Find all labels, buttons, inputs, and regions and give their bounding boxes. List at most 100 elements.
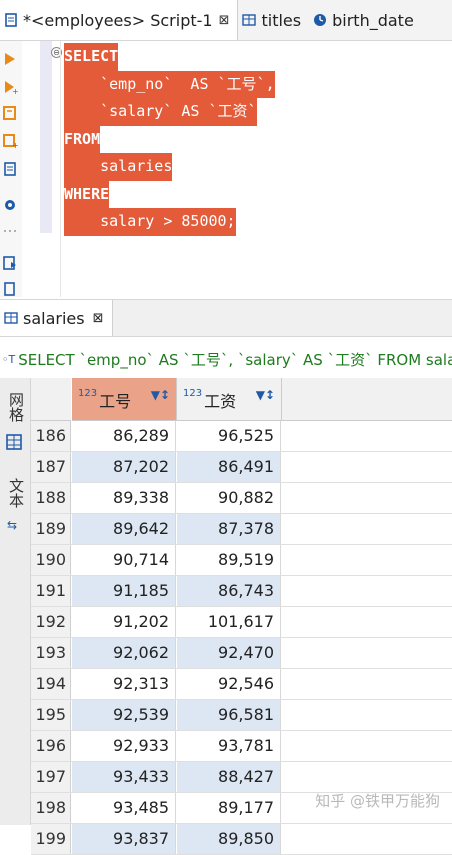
execute-new-tab-icon[interactable]: + — [2, 79, 18, 95]
cell-emp-no[interactable]: 91,185 — [72, 576, 176, 606]
gear-icon[interactable] — [2, 197, 18, 213]
code-line[interactable]: WHERE — [64, 180, 275, 208]
table-row[interactable]: 188 89,338 90,882 — [31, 483, 452, 514]
tab-script-1[interactable]: *<employees> Script-1 ⊠ — [0, 0, 239, 40]
tab-salaries[interactable]: salaries ⊠ — [0, 300, 113, 336]
column-name: 工资 — [204, 392, 237, 411]
table-row[interactable]: 190 90,714 89,519 — [31, 545, 452, 576]
cell-emp-no[interactable]: 91,202 — [72, 607, 176, 637]
row-number: 197 — [31, 762, 71, 792]
cell-salary[interactable]: 87,378 — [177, 514, 281, 544]
type-badge: 123 — [183, 388, 203, 399]
cell-salary[interactable]: 92,546 — [177, 669, 281, 699]
selected-code: salary > 85000; — [64, 208, 236, 236]
cell-emp-no[interactable]: 93,837 — [72, 824, 176, 854]
column-name: 工号 — [99, 392, 132, 411]
cell-emp-no[interactable]: 93,433 — [72, 762, 176, 792]
cell-salary[interactable]: 89,177 — [177, 793, 281, 823]
cell-emp-no[interactable]: 92,062 — [72, 638, 176, 668]
line-gutter — [40, 41, 52, 233]
sql-editor[interactable]: + + ⊖ SELECT `emp_no` AS `工号`, `salary` … — [0, 41, 452, 297]
grid-view-label[interactable]: 网格 — [6, 392, 27, 422]
table-row[interactable]: 187 87,202 86,491 — [31, 452, 452, 483]
cell-salary[interactable]: 93,781 — [177, 731, 281, 761]
cell-salary[interactable]: 101,617 — [177, 607, 281, 637]
table-row[interactable]: 191 91,185 86,743 — [31, 576, 452, 607]
column-header-emp-no[interactable]: 123 工号 ▼↕ — [72, 378, 177, 421]
code-line[interactable]: SELECT — [64, 43, 275, 71]
sql-code[interactable]: SELECT `emp_no` AS `工号`, `salary` AS `工资… — [64, 43, 275, 236]
row-number: 195 — [31, 700, 71, 730]
cell-emp-no[interactable]: 92,313 — [72, 669, 176, 699]
sql-keyword: FROM — [64, 129, 101, 148]
tab-label: birth_date — [332, 10, 414, 30]
sort-filter-icon[interactable]: ▼↕ — [151, 388, 170, 402]
code-line[interactable]: FROM — [64, 125, 275, 153]
cell-emp-no[interactable]: 93,485 — [72, 793, 176, 823]
grid-icon[interactable] — [6, 434, 22, 450]
column-header-salary[interactable]: 123 工资 ▼↕ — [177, 378, 282, 421]
cell-emp-no[interactable]: 89,642 — [72, 514, 176, 544]
table-row[interactable]: 197 93,433 88,427 — [31, 762, 452, 793]
explain-plan-icon[interactable] — [2, 161, 18, 177]
cell-salary[interactable]: 90,882 — [177, 483, 281, 513]
cell-emp-no[interactable]: 86,289 — [72, 421, 176, 451]
cell-salary[interactable]: 88,427 — [177, 762, 281, 792]
table-row[interactable]: 199 93,837 89,850 — [31, 824, 452, 855]
watermark: 知乎 @铁甲万能狗 — [315, 792, 440, 810]
cell-salary[interactable]: 96,581 — [177, 700, 281, 730]
cell-salary[interactable]: 86,491 — [177, 452, 281, 482]
table-row[interactable]: 195 92,539 96,581 — [31, 700, 452, 731]
execute-icon[interactable] — [2, 51, 18, 67]
execute-script-new-tab-icon[interactable]: + — [2, 133, 18, 149]
table-icon — [4, 312, 18, 324]
tab-label: *<employees> Script-1 — [23, 10, 213, 30]
more-icon[interactable] — [2, 223, 18, 239]
selected-code: salaries — [64, 153, 173, 181]
editor-toolbar: + + — [0, 41, 22, 297]
cell-salary[interactable]: 96,525 — [177, 421, 281, 451]
table-row[interactable]: 186 86,289 96,525 — [31, 421, 452, 452]
table-row[interactable]: 189 89,642 87,378 — [31, 514, 452, 545]
selected-code: FROM — [64, 125, 101, 153]
row-number: 196 — [31, 731, 71, 761]
text-view-label[interactable]: 文本 — [6, 478, 27, 508]
row-number: 191 — [31, 576, 71, 606]
cell-emp-no[interactable]: 89,338 — [72, 483, 176, 513]
table-row[interactable]: 194 92,313 92,546 — [31, 669, 452, 700]
cell-salary[interactable]: 89,519 — [177, 545, 281, 575]
cell-emp-no[interactable]: 92,539 — [72, 700, 176, 730]
query-label: SELECT `emp_no` AS `工号`, `salary` AS `工资… — [18, 351, 452, 369]
execute-script-icon[interactable] — [2, 105, 18, 121]
result-view-sidebar: 网格 文本 ⇆ — [0, 378, 31, 825]
table-row[interactable]: 193 92,062 92,470 — [31, 638, 452, 669]
cell-salary[interactable]: 86,743 — [177, 576, 281, 606]
cell-emp-no[interactable]: 87,202 — [72, 452, 176, 482]
code-line[interactable]: salary > 85000; — [64, 208, 275, 236]
selected-code: `emp_no` AS `工号`, — [64, 70, 275, 98]
table-row[interactable]: 192 91,202 101,617 — [31, 607, 452, 638]
text-icon[interactable]: ⇆ — [7, 518, 17, 532]
cell-salary[interactable]: 92,470 — [177, 638, 281, 668]
new-script-icon[interactable] — [2, 281, 18, 297]
row-number: 198 — [31, 793, 71, 823]
cell-salary[interactable]: 89,850 — [177, 824, 281, 854]
row-number: 193 — [31, 638, 71, 668]
close-icon[interactable]: ⊠ — [219, 13, 230, 28]
code-line[interactable]: salaries — [64, 153, 275, 181]
sql-keyword: WHERE — [64, 184, 110, 203]
row-number-header — [31, 378, 71, 421]
export-icon[interactable] — [2, 255, 18, 271]
close-icon[interactable]: ⊠ — [93, 311, 104, 326]
cell-emp-no[interactable]: 90,714 — [72, 545, 176, 575]
sql-icon: ◦T — [2, 353, 16, 366]
editor-tab-bar: *<employees> Script-1 ⊠ titles birth_dat… — [0, 0, 452, 41]
cell-emp-no[interactable]: 92,933 — [72, 731, 176, 761]
sort-filter-icon[interactable]: ▼↕ — [256, 388, 275, 402]
code-line[interactable]: `salary` AS `工资` — [64, 98, 275, 126]
table-row[interactable]: 196 92,933 93,781 — [31, 731, 452, 762]
tab-titles[interactable]: titles — [238, 0, 309, 40]
selected-code: `salary` AS `工资` — [64, 98, 257, 126]
code-line[interactable]: `emp_no` AS `工号`, — [64, 70, 275, 98]
tab-birth-date[interactable]: birth_date — [309, 0, 422, 40]
